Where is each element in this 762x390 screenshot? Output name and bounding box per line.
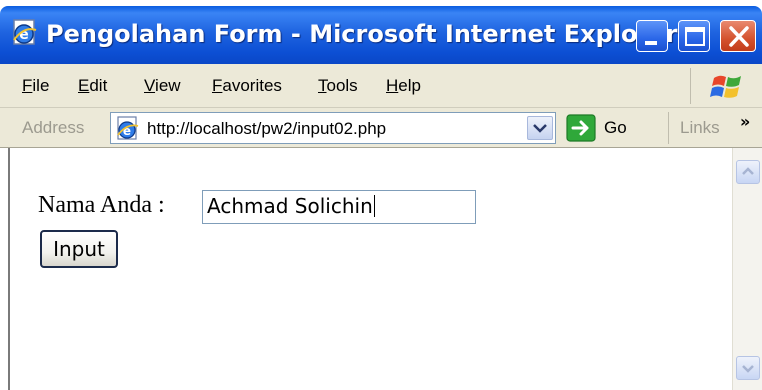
close-icon <box>729 26 749 47</box>
chevron-down-icon <box>742 365 754 373</box>
ie-page-icon: e <box>10 18 40 48</box>
menu-view[interactable]: View <box>144 76 181 96</box>
go-label[interactable]: Go <box>604 118 627 138</box>
address-label: Address <box>22 118 85 137</box>
minimize-icon <box>645 41 657 45</box>
vertical-scrollbar[interactable] <box>732 148 762 390</box>
address-dropdown-button[interactable] <box>527 116 553 140</box>
links-label[interactable]: Links <box>680 118 720 138</box>
windows-logo-icon <box>710 72 744 102</box>
go-button[interactable] <box>566 114 596 142</box>
chevron-down-icon <box>533 124 547 133</box>
input-submit-button[interactable]: Input <box>40 230 118 268</box>
window-title: Pengolahan Form - Microsoft Internet Exp… <box>46 20 678 48</box>
scroll-down-button[interactable] <box>736 356 760 380</box>
maximize-icon <box>685 27 705 46</box>
close-button[interactable] <box>720 20 756 52</box>
go-arrow-icon <box>566 114 596 142</box>
name-input[interactable]: Achmad Solichin <box>202 190 476 224</box>
scroll-up-button[interactable] <box>736 160 760 184</box>
address-bar: Address e http://localhost/pw2/input02.p… <box>0 108 762 148</box>
address-url: http://localhost/pw2/input02.php <box>147 119 387 138</box>
address-separator <box>668 112 669 144</box>
menu-file[interactable]: File <box>22 76 49 96</box>
ie-window: e Pengolahan Form - Microsoft Internet E… <box>0 0 762 390</box>
name-input-value: Achmad Solichin <box>207 194 373 218</box>
menu-help[interactable]: Help <box>386 76 421 96</box>
title-bar[interactable]: e Pengolahan Form - Microsoft Internet E… <box>0 6 762 64</box>
page-content: Nama Anda : Achmad Solichin Input <box>8 148 732 390</box>
name-label: Nama Anda : <box>38 192 165 218</box>
text-caret <box>373 195 375 217</box>
maximize-button[interactable] <box>678 20 710 52</box>
menu-tools[interactable]: Tools <box>318 76 358 96</box>
menu-favorites[interactable]: Favorites <box>212 76 282 96</box>
menu-edit[interactable]: Edit <box>78 76 107 96</box>
address-input[interactable]: e http://localhost/pw2/input02.php <box>110 112 556 144</box>
ie-page-icon: e <box>115 116 141 142</box>
chevron-up-icon <box>742 167 754 175</box>
menu-bar: File Edit View Favorites Tools Help <box>0 64 762 108</box>
links-more-button[interactable]: » <box>740 112 750 131</box>
menu-separator <box>690 68 691 104</box>
minimize-button[interactable] <box>636 20 668 52</box>
